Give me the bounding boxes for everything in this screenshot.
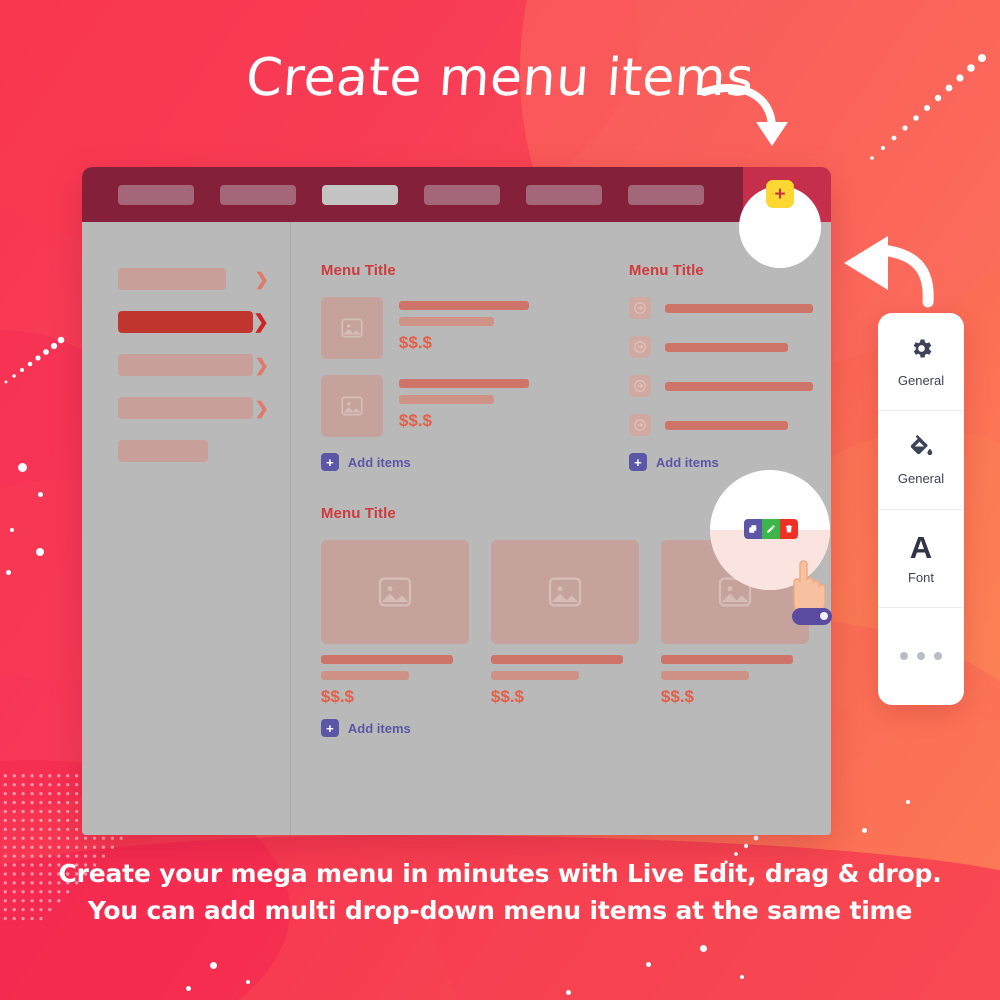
chevron-right-icon: ❯ (254, 398, 269, 418)
scatter-dot (18, 463, 27, 472)
product-item[interactable]: $$.$ (320, 375, 581, 437)
menu-column-products: Menu Title $$.$ $$.$ + Add items (320, 262, 581, 471)
menu-tab-5[interactable] (526, 184, 602, 205)
scatter-dot (700, 945, 707, 952)
product-item[interactable]: $$.$ (320, 297, 581, 359)
chevron-right-icon: ❯ (254, 269, 269, 289)
plus-icon: + (320, 719, 339, 737)
add-tab-button[interactable]: + (766, 180, 794, 208)
image-placeholder-icon (320, 540, 469, 644)
menu-column-links: Menu Title + Add items (628, 262, 831, 471)
link-item[interactable] (628, 414, 831, 436)
letter-a-icon: A (909, 529, 933, 565)
product-price: $$.$ (320, 687, 355, 706)
hand-cursor-icon (792, 560, 832, 625)
link-item[interactable] (628, 336, 831, 358)
product-price: $$.$ (398, 333, 433, 352)
menu-tab-2[interactable] (220, 184, 296, 205)
caption: Create your mega menu in minutes with Li… (0, 855, 1000, 929)
plus-icon: + (320, 453, 339, 471)
scatter-dot (906, 800, 910, 804)
column-title: Menu Title (320, 262, 396, 279)
caption-line-2: You can add multi drop-down menu items a… (87, 896, 913, 925)
product-card[interactable]: $$.$ (320, 540, 469, 707)
scatter-dot (186, 986, 191, 991)
arrow-circle-right-icon (628, 414, 651, 436)
menu-tab-6[interactable] (628, 184, 704, 205)
add-items-label: Add items (655, 454, 719, 470)
page-title: Create menu items (244, 48, 756, 108)
sidebar-item-1[interactable]: ❯ (118, 268, 291, 290)
scatter-dot (646, 962, 651, 967)
chevron-right-icon: ❯ (253, 311, 269, 333)
gear-icon (909, 336, 934, 366)
caption-line-1: Create your mega menu in minutes with Li… (58, 859, 942, 888)
product-price: $$.$ (398, 411, 433, 430)
scatter-dot (246, 980, 250, 984)
scatter-dot (36, 548, 44, 556)
plus-icon: + (628, 453, 647, 471)
product-price: $$.$ (660, 687, 695, 706)
scatter-dot (10, 528, 14, 532)
scatter-dot (38, 492, 43, 497)
duplicate-button[interactable] (744, 519, 762, 539)
link-item[interactable] (628, 297, 831, 319)
image-placeholder-icon (490, 540, 639, 644)
image-placeholder-icon (320, 375, 383, 437)
add-items-label: Add items (347, 720, 411, 736)
panel-item-font[interactable]: A Font (878, 510, 964, 608)
panel-item-general-style[interactable]: General (878, 411, 964, 510)
element-mini-toolbar (744, 519, 798, 539)
sidebar-item-2-active[interactable]: ❯ (118, 311, 291, 333)
menu-tab-3-active[interactable] (322, 184, 398, 205)
more-dots-icon (900, 652, 942, 661)
scatter-dot (566, 990, 571, 995)
panel-item-label: Font (907, 569, 934, 585)
paint-bucket-icon (909, 434, 934, 464)
settings-panel: General General A Font (878, 313, 964, 705)
column-title: Menu Title (628, 262, 704, 279)
image-placeholder-icon (320, 297, 383, 359)
curved-arrow-left-icon (844, 236, 934, 308)
add-items-button[interactable]: + Add items (320, 719, 831, 737)
panel-item-general-settings[interactable]: General (878, 313, 964, 412)
menu-toolbar (82, 167, 831, 222)
scatter-dot (862, 828, 867, 833)
product-card[interactable]: $$.$ (490, 540, 639, 707)
panel-item-more[interactable] (878, 608, 964, 705)
sidebar: ❯ ❯ ❯ ❯ (82, 222, 291, 835)
arrow-circle-right-icon (628, 375, 651, 397)
arrow-circle-right-icon (628, 297, 651, 319)
arrow-circle-right-icon (628, 336, 651, 358)
edit-button[interactable] (762, 519, 780, 539)
chevron-right-icon: ❯ (254, 355, 269, 375)
product-price: $$.$ (490, 687, 525, 706)
dotted-line-left (4, 336, 65, 384)
scatter-dot (6, 570, 11, 575)
panel-item-label: General (897, 470, 945, 486)
curved-arrow-down-icon (700, 84, 788, 146)
add-items-button[interactable]: + Add items (628, 453, 831, 471)
add-items-label: Add items (347, 454, 411, 470)
add-items-button[interactable]: + Add items (320, 453, 581, 471)
delete-button[interactable] (780, 519, 798, 539)
panel-item-label: General (897, 372, 945, 388)
menu-tab-4[interactable] (424, 184, 500, 205)
scatter-dot (740, 975, 744, 979)
sidebar-item-5[interactable] (118, 440, 291, 462)
menu-tab-1[interactable] (118, 184, 194, 205)
sidebar-item-3[interactable]: ❯ (118, 354, 291, 376)
sidebar-item-4[interactable]: ❯ (118, 397, 291, 419)
scatter-dot (210, 962, 217, 969)
link-item[interactable] (628, 375, 831, 397)
